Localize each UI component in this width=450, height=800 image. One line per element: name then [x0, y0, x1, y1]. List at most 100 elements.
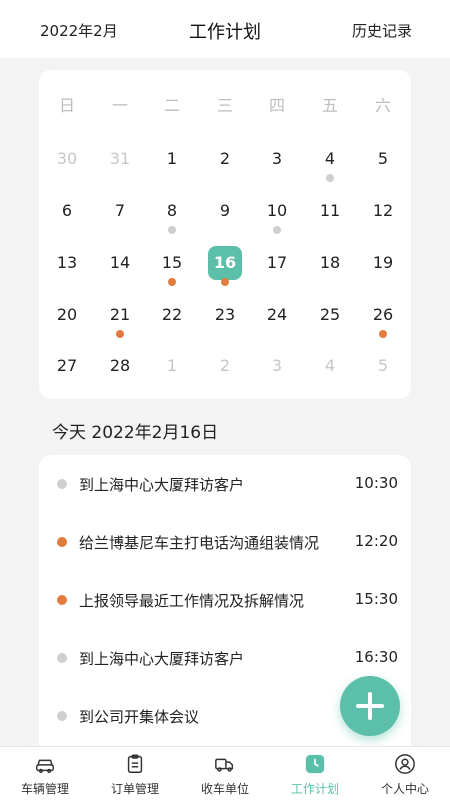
day-number: 18 [319, 253, 341, 272]
calendar-day[interactable]: 17 [251, 243, 303, 283]
add-task-button[interactable] [340, 676, 400, 736]
calendar-day[interactable]: 6 [41, 191, 93, 231]
weekday-label: 二 [163, 96, 180, 115]
task-item[interactable]: 上报领导最近工作情况及拆解情况 15:30 [39, 571, 411, 629]
tab-label: 车辆管理 [20, 782, 69, 796]
day-number: 30 [56, 149, 78, 168]
weekday-header: 三 [199, 86, 251, 126]
day-number: 13 [56, 253, 78, 272]
calendar-day[interactable]: 5 [357, 346, 409, 386]
calendar-day[interactable]: 4 [304, 139, 356, 182]
calendar-day[interactable]: 14 [94, 243, 146, 283]
task-item[interactable]: 给兰博基尼车主打电话沟通组装情况 12:20 [39, 513, 411, 571]
task-title: 给兰博基尼车主打电话沟通组装情况 [79, 534, 320, 552]
calendar-day[interactable]: 30 [41, 139, 93, 179]
day-number: 1 [166, 149, 178, 168]
plus-icon-stroke [368, 692, 372, 720]
calendar: 日一二三四五六 30 31 1 2 3 4 5 6 7 8 9 10 11 12 13 14 15 16 17 18 19… [39, 70, 411, 399]
task-item[interactable]: 到上海中心大厦拜访客户 16:30 [39, 629, 411, 687]
task-status-dot [57, 595, 67, 605]
day-number: 17 [266, 253, 288, 272]
tab-label: 收车单位 [200, 782, 249, 796]
event-dot [221, 278, 229, 286]
calendar-day[interactable]: 3 [251, 139, 303, 179]
day-number: 21 [109, 305, 131, 324]
calendar-day[interactable]: 28 [94, 346, 146, 386]
calendar-day[interactable]: 31 [94, 139, 146, 179]
task-time: 10:30 [354, 474, 398, 492]
tab-clipboard[interactable]: 订单管理 [90, 747, 180, 800]
tab-user[interactable]: 个人中心 [360, 747, 450, 800]
calendar-day[interactable]: 8 [146, 191, 198, 234]
day-number: 4 [324, 356, 336, 375]
user-icon [394, 753, 416, 775]
event-dot [168, 278, 176, 286]
calendar-day[interactable]: 7 [94, 191, 146, 231]
calendar-day[interactable]: 19 [357, 243, 409, 283]
day-number: 3 [271, 356, 283, 375]
calendar-day[interactable]: 12 [357, 191, 409, 231]
weekday-header: 日 [41, 86, 93, 126]
calendar-day[interactable]: 21 [94, 295, 146, 338]
calendar-day[interactable]: 13 [41, 243, 93, 283]
calendar-day[interactable]: 1 [146, 139, 198, 179]
calendar-day[interactable]: 5 [357, 139, 409, 179]
calendar-day[interactable]: 2 [199, 346, 251, 386]
history-button[interactable]: 历史记录 [352, 20, 412, 41]
bottom-tab-bar: 车辆管理 订单管理 收车单位 工作计划 个人中心 [0, 746, 450, 800]
weekday-label: 三 [216, 96, 233, 115]
day-number: 7 [114, 201, 126, 220]
day-number: 23 [214, 305, 236, 324]
calendar-day[interactable]: 3 [251, 346, 303, 386]
day-number: 12 [372, 201, 394, 220]
day-number: 31 [109, 149, 131, 168]
day-number: 4 [324, 149, 336, 168]
tab-label: 订单管理 [110, 782, 159, 796]
calendar-day[interactable]: 23 [199, 295, 251, 335]
task-status-dot [57, 711, 67, 721]
day-number: 5 [377, 356, 389, 375]
calendar-day[interactable]: 1 [146, 346, 198, 386]
calendar-day[interactable]: 2 [199, 139, 251, 179]
day-number: 14 [109, 253, 131, 272]
calendar-day[interactable]: 4 [304, 346, 356, 386]
tab-clock[interactable]: 工作计划 [270, 747, 360, 800]
calendar-day[interactable]: 18 [304, 243, 356, 283]
task-time: 12:20 [354, 532, 398, 550]
tab-car[interactable]: 车辆管理 [0, 747, 90, 800]
calendar-day[interactable]: 27 [41, 346, 93, 386]
clipboard-icon [124, 753, 146, 775]
truck-icon [214, 753, 236, 775]
task-item[interactable]: 到上海中心大厦拜访客户 10:30 [39, 455, 411, 513]
day-number: 15 [161, 253, 183, 272]
tab-label: 个人中心 [380, 782, 429, 796]
calendar-day[interactable]: 22 [146, 295, 198, 335]
day-number: 1 [166, 356, 178, 375]
day-number: 3 [271, 149, 283, 168]
day-number: 9 [219, 201, 231, 220]
calendar-day[interactable]: 24 [251, 295, 303, 335]
calendar-day[interactable]: 9 [199, 191, 251, 231]
task-status-dot [57, 653, 67, 663]
calendar-day[interactable]: 20 [41, 295, 93, 335]
tab-truck[interactable]: 收车单位 [180, 747, 270, 800]
calendar-day[interactable]: 15 [146, 243, 198, 286]
calendar-day[interactable]: 10 [251, 191, 303, 234]
weekday-header: 六 [357, 86, 409, 126]
day-number: 24 [266, 305, 288, 324]
calendar-day[interactable]: 11 [304, 191, 356, 231]
weekday-label: 日 [58, 96, 75, 115]
calendar-day-selected[interactable]: 16 [199, 243, 251, 286]
day-number: 28 [109, 356, 131, 375]
day-number: 2 [219, 149, 231, 168]
calendar-day[interactable]: 25 [304, 295, 356, 335]
calendar-day[interactable]: 26 [357, 295, 409, 338]
event-dot [326, 174, 334, 182]
event-dot [379, 330, 387, 338]
day-number: 10 [266, 201, 288, 220]
day-number: 22 [161, 305, 183, 324]
weekday-header: 一 [94, 86, 146, 126]
task-status-dot [57, 537, 67, 547]
day-number: 20 [56, 305, 78, 324]
task-time: 16:30 [354, 648, 398, 666]
